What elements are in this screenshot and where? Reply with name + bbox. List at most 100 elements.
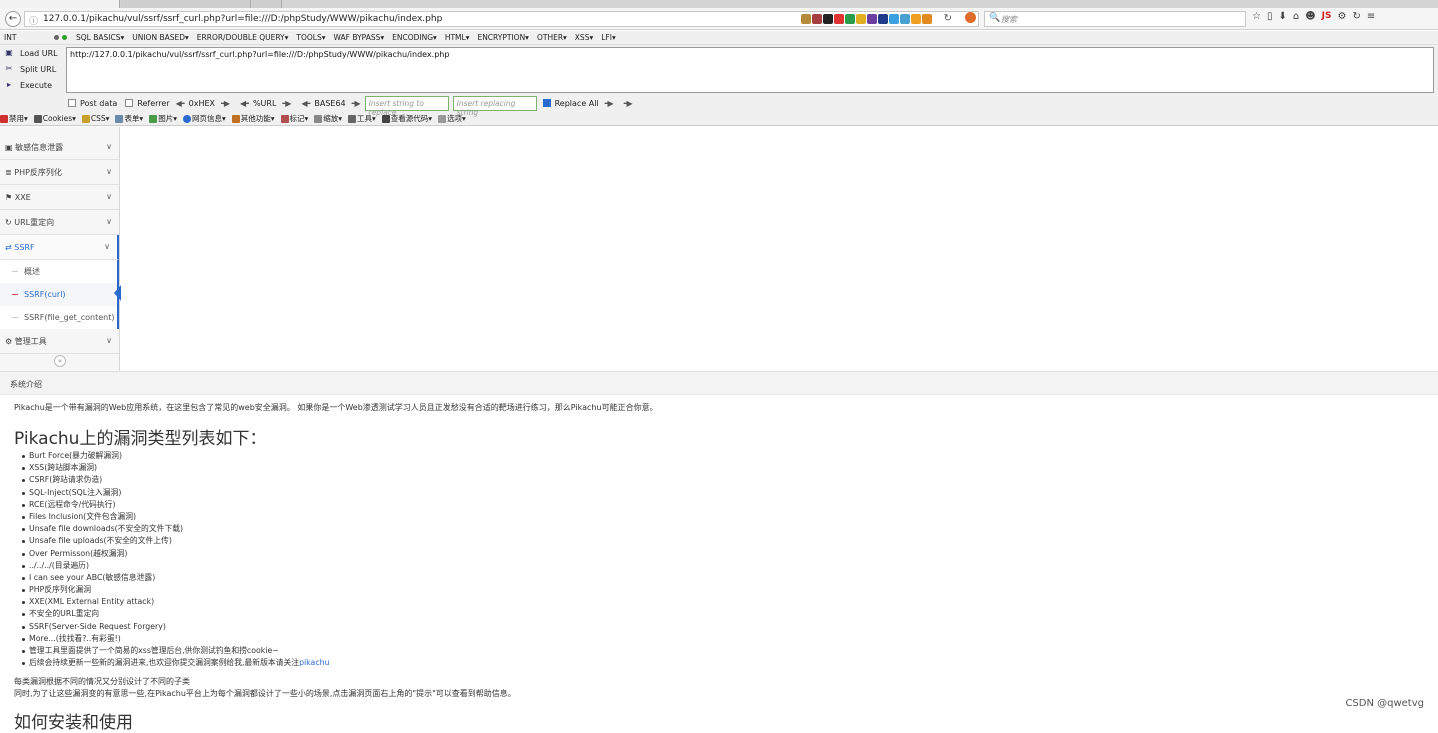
replace-string-input[interactable]: Insert string to replace <box>364 95 449 117</box>
menu-encoding[interactable]: ENCODING▾ <box>392 33 437 42</box>
tool-view-source[interactable]: 查看源代码▾ <box>381 113 432 124</box>
menu-union-based[interactable]: UNION BASED▾ <box>132 33 189 42</box>
tool-images[interactable]: 图片▾ <box>149 113 177 124</box>
sidebar-item-ssrf[interactable]: ⇄ SSRF ∨ <box>0 235 119 260</box>
list-item: 管理工具里面提供了一个简易的xss管理后台,供你测试钓鱼和捞cookie~ <box>22 645 330 657</box>
left-arrow-icon[interactable]: ◀━ <box>240 99 249 108</box>
collapse-sidebar-icon[interactable]: « <box>54 355 66 367</box>
download-icon[interactable]: ⬇ <box>1278 11 1286 22</box>
tool-resize[interactable]: 缩放▾ <box>314 113 342 124</box>
menu-other[interactable]: OTHER▾ <box>537 33 567 42</box>
base64-label[interactable]: BASE64 <box>314 99 345 108</box>
address-text[interactable]: 127.0.0.1/pikachu/vul/ssrf/ssrf_curl.php… <box>43 14 442 24</box>
sidebar-item-info-leak[interactable]: ▣ 敏感信息泄露 ∨ <box>0 135 119 160</box>
sidebar-subitem-ssrf-file-get-content[interactable]: SSRF(file_get_content) <box>0 306 119 329</box>
right-arrow-icon[interactable]: ━▶ <box>624 99 633 108</box>
right-arrow-icon[interactable]: ━▶ <box>221 99 230 108</box>
referrer-checkbox[interactable] <box>125 99 134 107</box>
list-icon: ≣ <box>5 167 15 177</box>
menu-xss[interactable]: XSS▾ <box>575 33 593 42</box>
split-url-button[interactable]: ✂ Split URL <box>4 64 57 74</box>
extension-icon[interactable]: ⚙ <box>1338 11 1347 22</box>
vuln-list: Burt Force(暴力破解漏洞) XSS(跨站脚本漏洞) CSRF(跨站请求… <box>22 450 330 669</box>
sidebar-item-xxe[interactable]: ⚑ XXE ∨ <box>0 185 119 210</box>
tool-cookies[interactable]: Cookies▾ <box>33 114 76 123</box>
menu-error-double-query[interactable]: ERROR/DOUBLE QUERY▾ <box>197 33 289 42</box>
tab-new[interactable] <box>252 0 282 8</box>
reload-icon[interactable]: ↻ <box>944 13 952 24</box>
menu-html[interactable]: HTML▾ <box>445 33 470 42</box>
account-icon[interactable]: ☻ <box>1305 11 1315 22</box>
moon-ext-icon[interactable] <box>900 14 910 24</box>
menu-encryption[interactable]: ENCRYPTION▾ <box>477 33 529 42</box>
right-arrow-icon[interactable]: ━▶ <box>352 99 361 108</box>
load-url-button[interactable]: ▣ Load URL <box>4 48 57 58</box>
square-ext-icon[interactable] <box>823 14 833 24</box>
pen-ext-icon[interactable] <box>812 14 822 24</box>
left-arrow-icon[interactable]: ◀━ <box>301 99 310 108</box>
post-data-checkbox[interactable] <box>68 99 76 107</box>
grid-ext-icon[interactable] <box>889 14 899 24</box>
tool-misc[interactable]: 其他功能▾ <box>231 113 275 124</box>
green-ext-icon[interactable] <box>845 14 855 24</box>
list-item: SSRF(Server-Side Request Forgery) <box>22 621 330 633</box>
tool-css[interactable]: CSS▾ <box>81 114 109 123</box>
tab-active[interactable] <box>0 0 120 8</box>
breadcrumb-label: 系统介绍 <box>10 380 42 389</box>
b-ext-icon[interactable] <box>878 14 888 24</box>
tab-second[interactable] <box>121 0 251 8</box>
shield-ext-icon[interactable] <box>922 14 932 24</box>
right-arrow-icon[interactable]: ━▶ <box>282 99 291 108</box>
home-icon[interactable]: ⌂ <box>1293 11 1299 22</box>
smile-ext-icon[interactable] <box>911 14 921 24</box>
address-bar[interactable]: ⓘ 127.0.0.1/pikachu/vul/ssrf/ssrf_curl.p… <box>24 11 979 27</box>
chevron-down-icon: ∨ <box>106 142 112 151</box>
sidebar-subitem-overview[interactable]: 概述 <box>0 260 119 283</box>
sidebar-item-php-unserialize[interactable]: ≣ PHP反序列化 ∨ <box>0 160 119 185</box>
menu-tools[interactable]: TOOLS▾ <box>296 33 325 42</box>
search-input[interactable]: 🔍 搜索 <box>984 11 1246 27</box>
tool-page-info[interactable]: 网页信息▾ <box>182 113 226 124</box>
sidebar-item-admin-tools[interactable]: ⚙ 管理工具 ∨ <box>0 329 119 354</box>
right-arrow-icon[interactable]: ━▶ <box>605 99 614 108</box>
replace-all-checkbox[interactable] <box>542 99 551 107</box>
info-icon[interactable]: ⓘ <box>29 14 38 27</box>
browser-logo-icon[interactable] <box>965 12 976 23</box>
menu-icon[interactable]: ≡ <box>1367 11 1375 22</box>
sidebar-subitem-ssrf-curl[interactable]: SSRF(curl) <box>0 283 119 306</box>
urlencode-label[interactable]: %URL <box>253 99 276 108</box>
hackbar-type-select[interactable]: INT <box>4 33 54 42</box>
tool-tools[interactable]: 工具▾ <box>348 113 376 124</box>
sync-icon[interactable]: ↻ <box>1352 11 1360 22</box>
hex-label[interactable]: 0xHEX <box>189 99 215 108</box>
hackbar-url-textarea[interactable]: http://127.0.0.1/pikachu/vul/ssrf/ssrf_c… <box>66 47 1434 93</box>
tool-options[interactable]: 选项▾ <box>438 113 466 124</box>
menu-lfi[interactable]: LFI▾ <box>601 33 615 42</box>
tool-disable[interactable]: 禁用▾ <box>0 113 28 124</box>
tool-outline[interactable]: 标记▾ <box>280 113 308 124</box>
dash-icon <box>54 35 59 40</box>
js-toggle-icon[interactable]: JS <box>1322 11 1332 22</box>
form-icon <box>115 114 124 123</box>
menu-sql-basics[interactable]: SQL BASICS▾ <box>76 33 124 42</box>
exchange-icon: ⇄ <box>5 242 15 252</box>
home-ext-icon[interactable] <box>801 14 811 24</box>
list-item: Burt Force(暴力破解漏洞) <box>22 450 330 462</box>
pikachu-link[interactable]: pikachu <box>299 658 329 667</box>
menu-waf-bypass[interactable]: WAF BYPASS▾ <box>334 33 385 42</box>
list-item: CSRF(跨站请求伪造) <box>22 474 330 486</box>
php-ext-icon[interactable] <box>867 14 877 24</box>
list-item: 不安全的URL重定向 <box>22 608 330 620</box>
library-icon[interactable]: ▯ <box>1267 11 1273 22</box>
execute-button[interactable]: ▸ Execute <box>4 80 52 90</box>
left-arrow-icon[interactable]: ◀━ <box>176 99 185 108</box>
star-icon[interactable]: ☆ <box>1252 11 1261 22</box>
lock-ext-icon[interactable] <box>856 14 866 24</box>
tool-forms[interactable]: 表单▾ <box>115 113 143 124</box>
replacing-string-input[interactable]: Insert replacing string <box>452 95 537 117</box>
red-ext-icon[interactable] <box>834 14 844 24</box>
sidebar-item-url-redirect[interactable]: ↻ URL重定向 ∨ <box>0 210 119 235</box>
search-icon: 🔍 <box>989 13 1001 23</box>
install-heading: 如何安装和使用 <box>14 713 133 733</box>
back-arrow-icon[interactable]: ← <box>5 11 21 27</box>
